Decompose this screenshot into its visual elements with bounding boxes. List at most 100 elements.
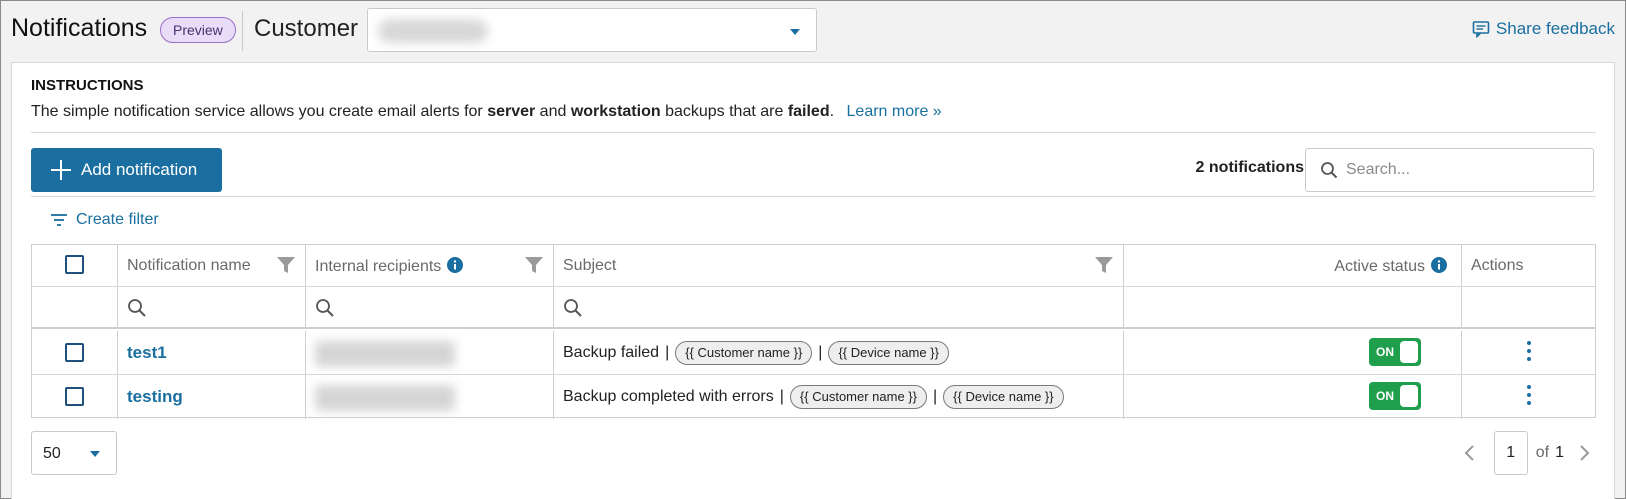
filter-name-cell[interactable] xyxy=(118,287,306,327)
search-icon xyxy=(1321,162,1338,179)
notification-name-link[interactable]: test1 xyxy=(127,343,167,363)
info-icon[interactable] xyxy=(447,257,464,273)
filter-cell-empty xyxy=(32,287,118,327)
row-actions-cell xyxy=(1462,375,1595,419)
page-size-select[interactable]: 50 xyxy=(31,431,117,475)
filter-recipients-cell[interactable] xyxy=(306,287,554,327)
page-header: Notifications Preview Customer Share fee… xyxy=(1,1,1625,59)
row-checkbox[interactable] xyxy=(65,343,84,362)
toggle-label: ON xyxy=(1376,389,1394,403)
chevron-down-icon xyxy=(90,451,100,457)
divider xyxy=(31,196,1596,197)
header-divider xyxy=(242,11,243,51)
active-status-toggle[interactable]: ON xyxy=(1369,338,1421,366)
row-checkbox[interactable] xyxy=(65,387,84,406)
row-status-cell: ON xyxy=(1124,375,1462,419)
chevron-left-icon[interactable] xyxy=(1460,443,1480,463)
info-icon[interactable] xyxy=(1431,257,1447,273)
instructions-text-4: . xyxy=(829,103,835,120)
subject-text: Backup completed with errors xyxy=(563,388,774,405)
filter-cell-empty xyxy=(1124,287,1462,327)
pipe-separator: | xyxy=(665,344,670,361)
select-all-checkbox[interactable] xyxy=(65,255,84,274)
active-status-toggle[interactable]: ON xyxy=(1369,382,1421,410)
search-input[interactable] xyxy=(1346,157,1576,183)
subject-content: Backup failed | {{ Customer name }} | {{… xyxy=(563,341,949,365)
preview-badge: Preview xyxy=(160,17,236,43)
filter-subject-cell[interactable] xyxy=(554,287,1124,327)
notifications-table: Notification name Internal recipients Su… xyxy=(31,244,1596,419)
total-pages: 1 xyxy=(1555,444,1564,461)
plus-icon xyxy=(51,160,71,180)
row-name-cell: testing xyxy=(118,375,306,419)
header-notification-name[interactable]: Notification name xyxy=(118,245,306,286)
divider xyxy=(31,132,1596,133)
instructions-bold-server: server xyxy=(487,103,536,120)
filter-cell-empty xyxy=(1462,287,1595,327)
instructions-text-3: backups that are xyxy=(660,103,788,120)
add-notification-label: Add notification xyxy=(81,160,198,179)
chevron-right-icon[interactable] xyxy=(1574,443,1594,463)
pipe-separator: | xyxy=(818,344,823,361)
search-field[interactable] xyxy=(1305,148,1594,192)
column-header-label: Actions xyxy=(1471,257,1524,274)
instructions-text-2: and xyxy=(535,103,571,120)
toggle-label: ON xyxy=(1376,345,1394,359)
row-recipients-cell xyxy=(306,375,554,419)
search-icon[interactable] xyxy=(563,298,583,318)
pipe-separator: | xyxy=(779,388,784,405)
create-filter-button[interactable]: Create filter xyxy=(50,211,159,229)
row-actions-cell xyxy=(1462,331,1595,374)
column-header-label-group: Internal recipients xyxy=(315,257,464,276)
customer-select-value-redacted xyxy=(378,19,488,43)
row-subject-cell: Backup completed with errors | {{ Custom… xyxy=(554,375,1124,419)
table-header-row: Notification name Internal recipients Su… xyxy=(32,245,1595,287)
column-header-label-group: Active status xyxy=(1334,257,1447,276)
row-select-cell xyxy=(32,375,118,419)
learn-more-link[interactable]: Learn more » xyxy=(847,103,942,120)
share-feedback-label: Share feedback xyxy=(1495,19,1615,38)
current-page-input[interactable]: 1 xyxy=(1493,431,1528,475)
chevron-down-icon xyxy=(790,29,800,35)
table-filter-row xyxy=(32,287,1595,329)
column-header-label: Notification name xyxy=(127,257,251,274)
instructions-bold-failed: failed xyxy=(787,103,830,120)
column-header-label: Subject xyxy=(563,257,617,274)
column-header-label: Internal recipients xyxy=(315,258,442,275)
pipe-separator: | xyxy=(933,388,938,405)
customer-label: Customer xyxy=(254,15,359,42)
header-select-cell xyxy=(32,245,118,286)
search-icon[interactable] xyxy=(127,298,147,318)
header-actions: Actions xyxy=(1462,245,1595,286)
more-vertical-icon[interactable] xyxy=(1526,385,1532,409)
notification-name-link[interactable]: testing xyxy=(127,387,183,407)
funnel-icon[interactable] xyxy=(1095,257,1113,273)
instructions-title: INSTRUCTIONS xyxy=(31,77,144,94)
customer-select[interactable] xyxy=(367,8,817,52)
toggle-knob xyxy=(1400,341,1418,363)
row-recipients-cell xyxy=(306,331,554,374)
row-name-cell: test1 xyxy=(118,331,306,374)
funnel-icon[interactable] xyxy=(277,257,295,273)
search-icon[interactable] xyxy=(315,298,335,318)
header-active-status[interactable]: Active status xyxy=(1124,245,1462,286)
feedback-icon xyxy=(1472,21,1490,38)
instructions-text-1: The simple notification service allows y… xyxy=(31,103,488,120)
header-subject[interactable]: Subject xyxy=(554,245,1124,286)
page-size-value: 50 xyxy=(43,445,61,462)
token-chip: {{ Device name }} xyxy=(943,385,1064,409)
header-internal-recipients[interactable]: Internal recipients xyxy=(306,245,554,286)
token-chip: {{ Customer name }} xyxy=(789,385,927,409)
share-feedback-link[interactable]: Share feedback xyxy=(1472,19,1615,39)
create-filter-label: Create filter xyxy=(76,211,159,228)
of-label: of xyxy=(1535,444,1550,461)
recipients-redacted xyxy=(315,341,455,367)
more-vertical-icon[interactable] xyxy=(1526,341,1532,365)
funnel-icon[interactable] xyxy=(525,257,543,273)
row-status-cell: ON xyxy=(1124,331,1462,374)
add-notification-button[interactable]: Add notification xyxy=(31,148,222,192)
filter-lines-icon xyxy=(51,214,67,226)
recipients-redacted xyxy=(315,385,455,411)
table-row: test1 Backup failed | {{ Customer name }… xyxy=(32,331,1595,375)
subject-text: Backup failed xyxy=(563,344,660,361)
